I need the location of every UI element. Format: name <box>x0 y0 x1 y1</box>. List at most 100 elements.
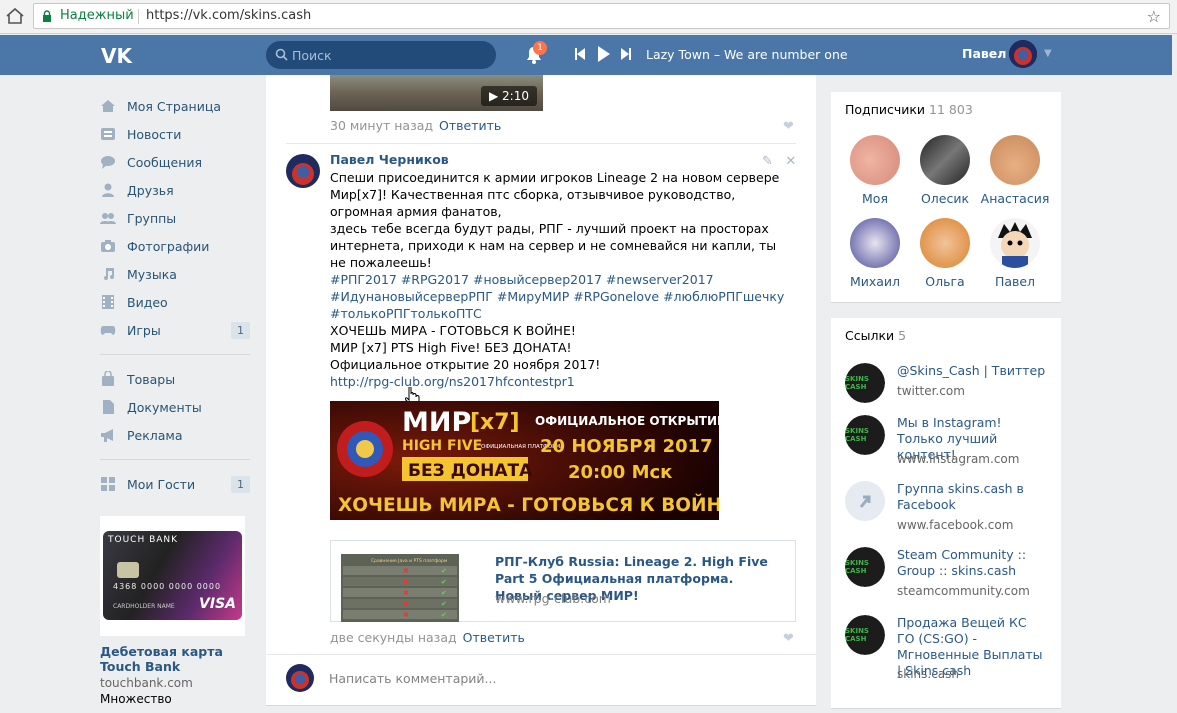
video-duration: ▶ 2:10 <box>480 86 537 106</box>
subscriber-name: Михаил <box>849 274 901 289</box>
comment-input[interactable]: Написать комментарий... <box>329 671 496 686</box>
sidebar-item-guests[interactable]: Мои Гости 1 <box>100 470 250 498</box>
svg-text:✖: ✖ <box>403 589 409 597</box>
svg-text:✔: ✔ <box>441 600 447 608</box>
link-item[interactable]: SKINS CASH Мы в Instagram! Только лучший… <box>845 415 1045 471</box>
subscriber-item[interactable]: Михаил <box>840 218 910 289</box>
link-url: steamcommunity.com <box>897 584 1030 598</box>
sidebar-item-label: Мои Гости <box>127 476 196 492</box>
subscriber-item[interactable]: Анастасия <box>980 135 1050 206</box>
sidebar-item-my-page[interactable]: Моя Страница <box>100 92 250 120</box>
skins-cash-logo: SKINS CASH <box>845 363 885 403</box>
link-item[interactable]: SKINS CASH @Skins_Cash | Твиттер twitter… <box>845 363 1045 409</box>
search-icon <box>275 48 288 61</box>
banner-x7: [x7] <box>470 410 520 435</box>
prev-track-icon[interactable] <box>575 48 585 60</box>
reply-link[interactable]: Ответить <box>439 118 501 133</box>
reply-link[interactable]: Ответить <box>463 630 525 645</box>
play-icon[interactable] <box>598 46 610 62</box>
block-header[interactable]: Подписчики 11 803 <box>845 102 973 117</box>
friends-icon <box>100 182 116 198</box>
sidebar-item-video[interactable]: Видео <box>100 288 250 316</box>
banner-image[interactable]: МИР [x7] ОФИЦИАЛЬНОЕ ОТКРЫТИЕ HIGH FIVE … <box>330 401 719 520</box>
subscriber-item[interactable]: Ольга <box>910 218 980 289</box>
subscriber-item[interactable]: Олесик <box>910 135 980 206</box>
news-icon <box>100 126 116 142</box>
banner-slogan: ХОЧЕШЬ МИРА - ГОТОВЬСЯ К ВОЙНЕ <box>338 494 719 516</box>
ad-block[interactable]: TOUCH BANK 4368 0000 0000 0000 CARDHOLDE… <box>100 516 250 706</box>
comment-author[interactable]: Павел Черников <box>330 152 449 167</box>
url-text[interactable]: https://vk.com/skins.cash <box>146 8 311 23</box>
ad-title[interactable]: Дебетовая карта Touch Bank <box>100 644 250 674</box>
bookmark-star-icon[interactable]: ☆ <box>1147 7 1161 26</box>
current-track[interactable]: Lazy Town – We are number one <box>646 47 848 62</box>
avatar <box>850 135 900 185</box>
sidebar-item-news[interactable]: Новости <box>100 120 250 148</box>
link-item[interactable]: Группа skins.cash в Facebook www.faceboo… <box>845 481 1045 537</box>
sidebar-item-photos[interactable]: Фотографии <box>100 232 250 260</box>
banner-opening: ОФИЦИАЛЬНОЕ ОТКРЫТИЕ <box>535 414 719 428</box>
messages-icon <box>100 154 116 170</box>
comment-time[interactable]: 30 минут назад <box>330 118 433 133</box>
subscriber-item[interactable]: Моя <box>840 135 910 206</box>
close-icon[interactable]: ✕ <box>785 154 796 169</box>
address-bar[interactable]: Надежный https://vk.com/skins.cash ☆ <box>33 3 1170 29</box>
subscriber-name: Олесик <box>920 191 970 206</box>
block-header[interactable]: Ссылки 5 <box>845 328 906 343</box>
vk-logo[interactable]: VK <box>100 43 136 67</box>
sidebar-item-music[interactable]: Музыка <box>100 260 250 288</box>
subscriber-item[interactable]: Павел <box>980 218 1050 289</box>
svg-text:VK: VK <box>101 44 133 67</box>
camera-icon <box>100 238 116 254</box>
avatar[interactable] <box>1009 40 1037 68</box>
sidebar-item-label: Видео <box>127 294 168 310</box>
next-track-icon[interactable] <box>621 48 631 60</box>
search-input[interactable] <box>292 46 482 64</box>
sidebar-item-label: Моя Страница <box>127 98 221 114</box>
sidebar-item-label: Игры <box>127 322 161 338</box>
sidebar-item-games[interactable]: Игры 1 <box>100 316 250 344</box>
sidebar-item-label: Новости <box>127 126 182 142</box>
text-line: Официальное открытие 20 ноября 2017! <box>330 357 601 372</box>
link-title[interactable]: @Skins_Cash | Твиттер <box>897 363 1047 379</box>
home-icon[interactable] <box>5 7 25 25</box>
heart-icon[interactable]: ❤ <box>783 631 794 646</box>
comment-time[interactable]: две секунды назад <box>330 630 457 645</box>
hashtags[interactable]: #РПГ2017 #RPG2017 #новыйсервер2017 #news… <box>330 271 785 322</box>
sidebar-item-friends[interactable]: Друзья <box>100 176 250 204</box>
sidebar-item-ads[interactable]: Реклама <box>100 421 250 449</box>
divider <box>100 459 250 460</box>
divider <box>266 654 816 655</box>
block-count: 5 <box>898 328 907 343</box>
user-name[interactable]: Павел <box>962 46 1006 61</box>
sidebar-item-documents[interactable]: Документы <box>100 393 250 421</box>
visa-logo: VISA <box>199 596 236 612</box>
link-title[interactable]: Steam Community :: Group :: skins.cash <box>897 547 1047 579</box>
sidebar-item-messages[interactable]: Сообщения <box>100 148 250 176</box>
link-title[interactable]: Группа skins.cash в Facebook <box>897 481 1047 513</box>
link-item[interactable]: SKINS CASH Steam Community :: Group :: s… <box>845 547 1045 603</box>
sidebar-item-goods[interactable]: Товары <box>100 365 250 393</box>
link-snippet[interactable]: Сравнение Java и PTS платформ ✖ ✔ ✖ ✔ ✖ ✔ ✖… <box>330 540 796 622</box>
link-item[interactable]: SKINS CASH Продажа Вещей КС ГО (CS:GO) -… <box>845 615 1045 687</box>
avatar[interactable] <box>286 154 320 188</box>
lock-icon <box>43 10 51 22</box>
block-title: Подписчики <box>845 102 926 117</box>
external-link[interactable]: http://rpg-club.org/ns2017hfcontestpr1 <box>330 373 785 390</box>
chip-icon <box>117 562 139 578</box>
comment-tools: ✎ ✕ <box>762 154 796 169</box>
ad-image[interactable]: TOUCH BANK 4368 0000 0000 0000 CARDHOLDE… <box>100 516 245 636</box>
counter-badge: 1 <box>231 322 250 339</box>
link-url: www.instagram.com <box>897 452 1020 466</box>
megaphone-icon <box>100 427 116 443</box>
snippet-thumb-heading: Сравнение Java и PTS платформ <box>371 558 447 564</box>
subscribers-block: Подписчики 11 803 Моя Олесик Анастасия Ми… <box>831 92 1061 302</box>
heart-icon[interactable]: ❤ <box>783 119 794 134</box>
edit-icon[interactable]: ✎ <box>762 154 773 169</box>
search-box[interactable] <box>266 41 496 69</box>
sidebar-item-groups[interactable]: Группы <box>100 204 250 232</box>
video-thumbnail[interactable]: ▶ 2:10 <box>330 75 543 111</box>
window-border <box>1172 34 1177 713</box>
chevron-down-icon[interactable]: ▼ <box>1044 48 1052 59</box>
sidebar-item-label: Музыка <box>127 266 177 282</box>
